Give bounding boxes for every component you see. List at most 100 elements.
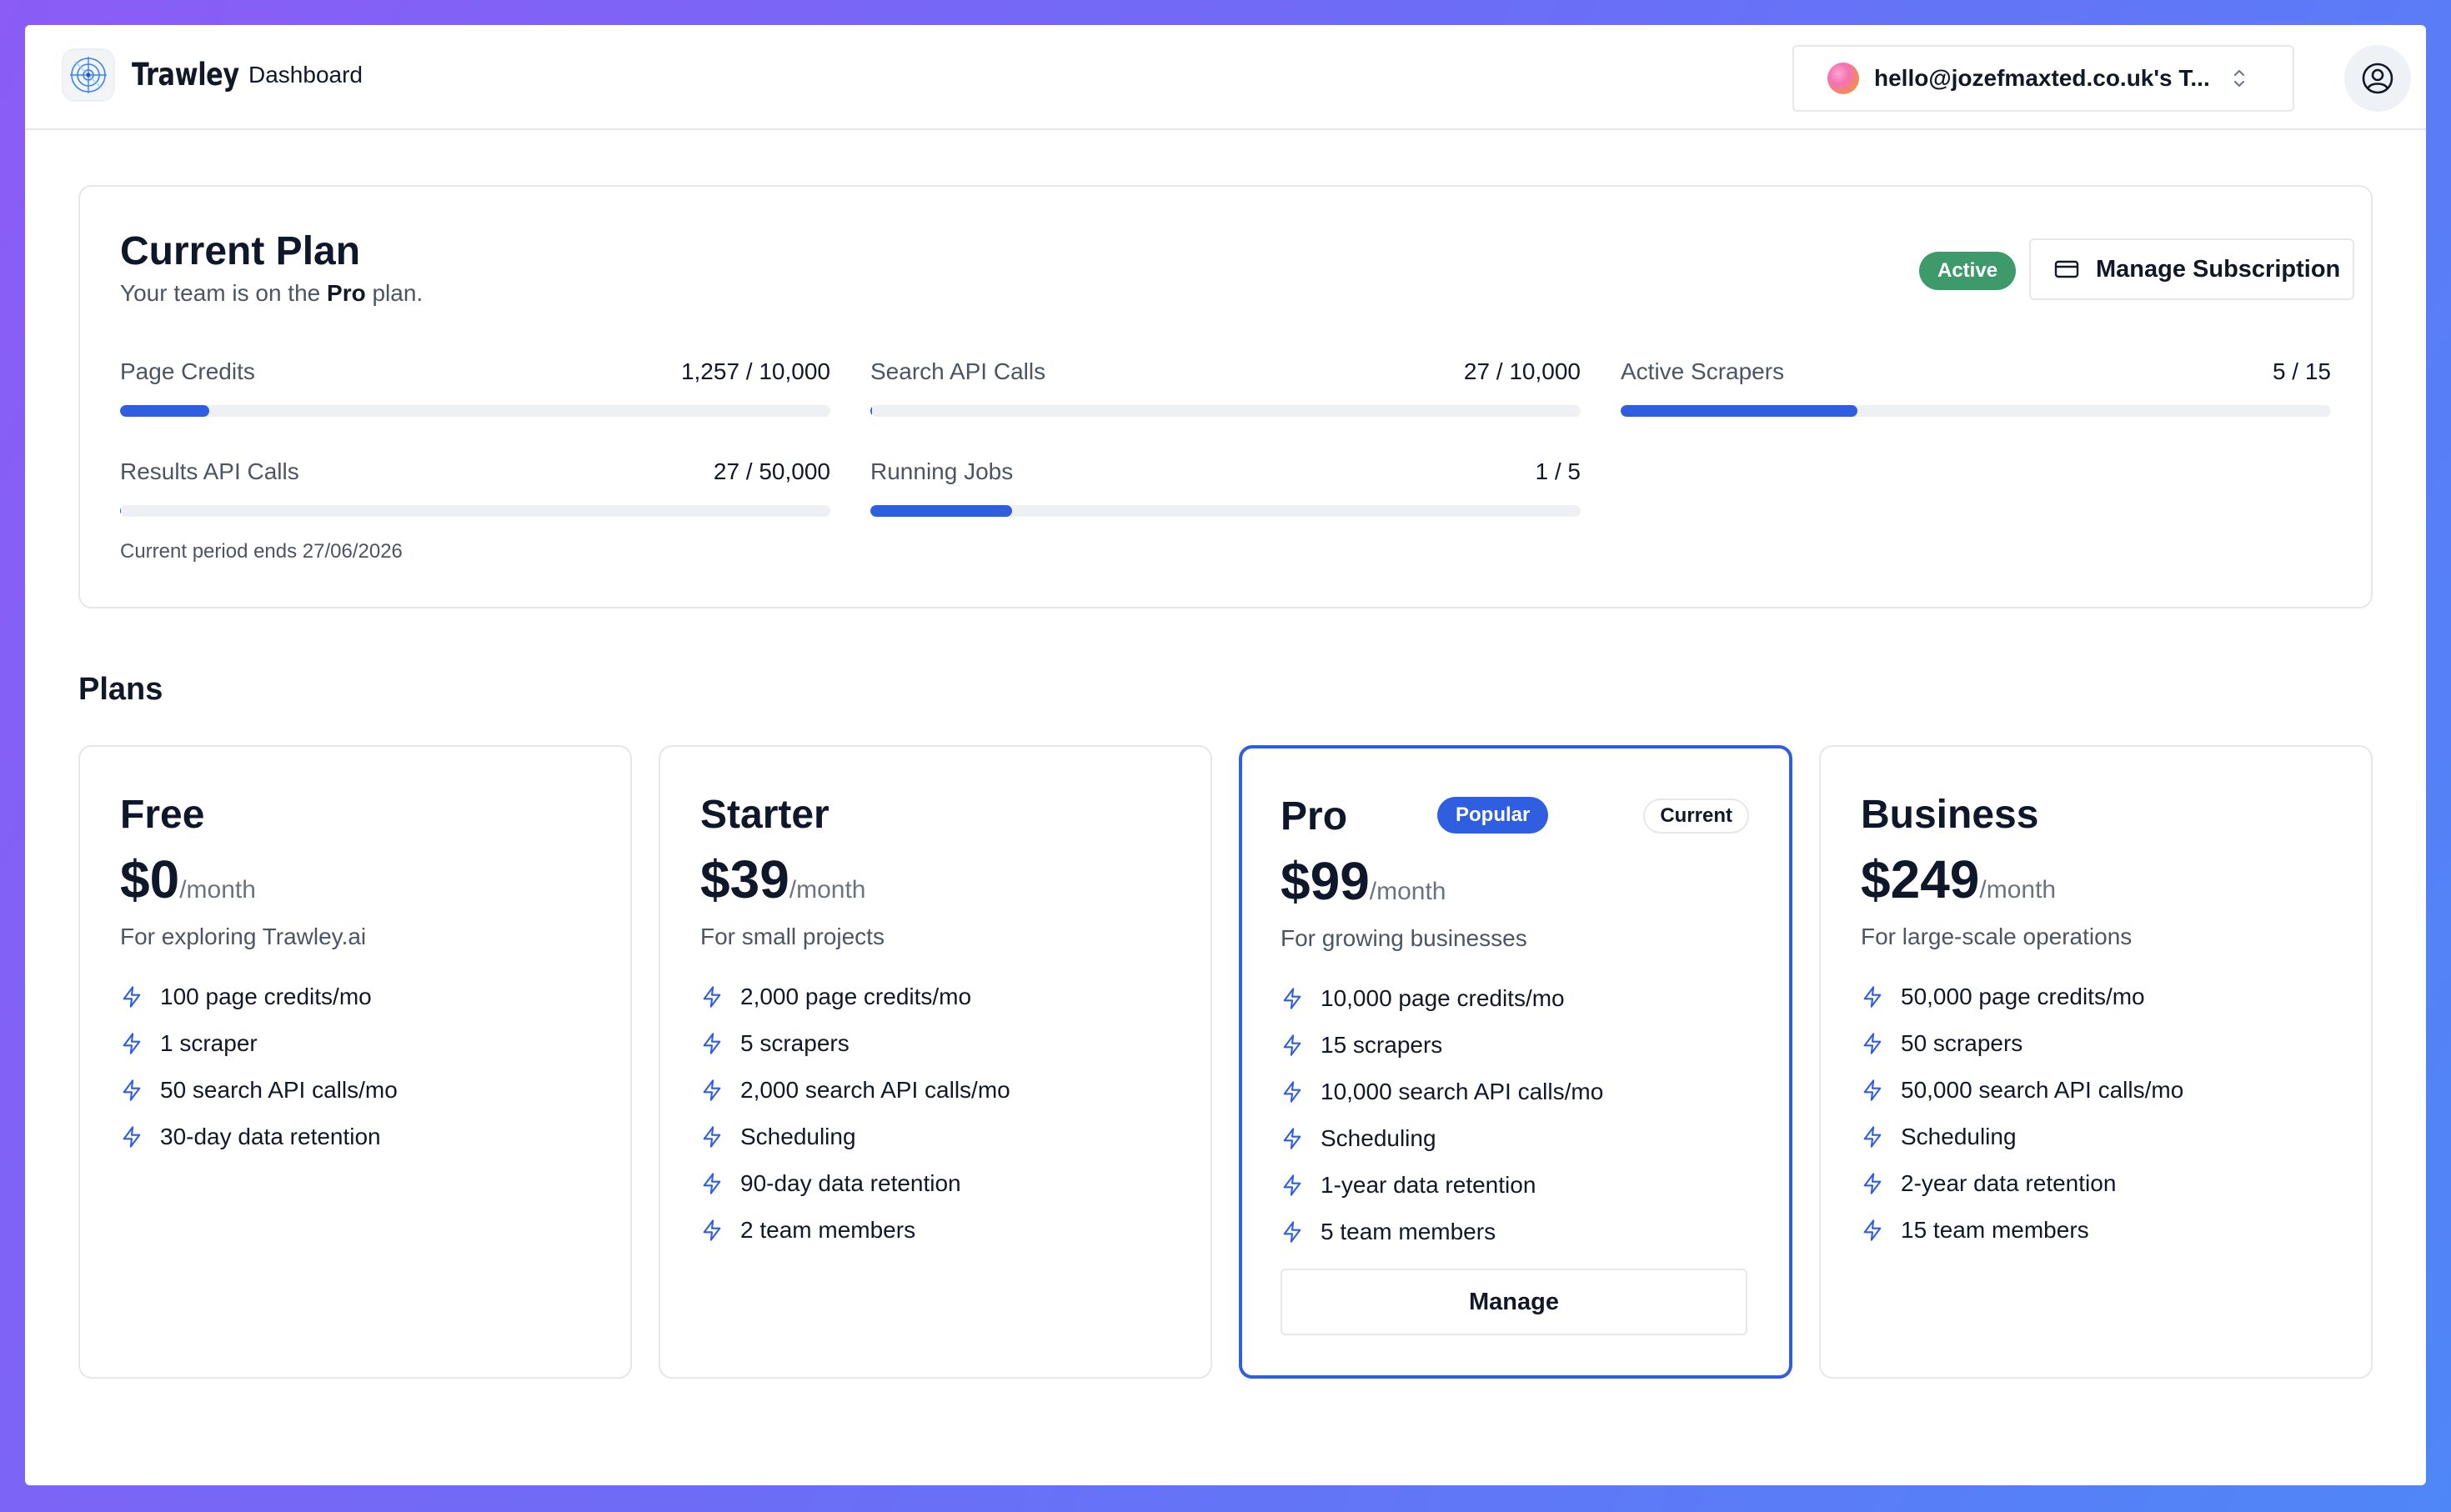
plan-price: $99/month xyxy=(1281,850,1446,912)
metric-value: 1 / 5 xyxy=(1535,458,1581,484)
user-menu-button[interactable] xyxy=(2344,45,2411,112)
lightning-bolt-icon xyxy=(1861,1125,1884,1149)
feature-label: 2-year data retention xyxy=(1901,1170,2117,1196)
feature-item: 1 scraper xyxy=(120,1020,398,1067)
progress-fill xyxy=(1621,405,1857,417)
price-period: /month xyxy=(789,876,866,904)
current-plan-name: Pro xyxy=(327,280,366,306)
plan-name: Business xyxy=(1861,793,2039,837)
feature-item: Scheduling xyxy=(700,1114,1010,1160)
plan-price: $0/month xyxy=(120,849,256,910)
feature-label: Scheduling xyxy=(1321,1125,1436,1151)
feature-item: 2-year data retention xyxy=(1861,1160,2183,1207)
feature-item: Scheduling xyxy=(1281,1115,1603,1162)
current-plan-card: Current Plan Your team is on the Pro pla… xyxy=(78,185,2373,608)
feature-label: 1-year data retention xyxy=(1321,1172,1536,1198)
progress-track xyxy=(870,405,1581,417)
feature-label: 15 team members xyxy=(1901,1217,2089,1243)
status-badge: Active xyxy=(1919,252,2017,290)
team-switcher-label: hello@jozefmaxted.co.uk's T... xyxy=(1874,65,2210,91)
trawley-logo-icon[interactable] xyxy=(62,48,115,102)
credit-card-icon xyxy=(2054,259,2079,279)
plan-name: Starter xyxy=(700,793,830,837)
feature-label: 90-day data retention xyxy=(740,1170,961,1196)
price-amount: $39 xyxy=(700,849,789,909)
lightning-bolt-icon xyxy=(120,985,143,1009)
metric-value: 5 / 15 xyxy=(2272,358,2331,384)
plan-price: $249/month xyxy=(1861,849,2056,910)
user-circle-icon xyxy=(2361,62,2394,95)
progress-track xyxy=(120,505,830,517)
top-bar: Trawley Dashboard hello@jozefmaxted.co.u… xyxy=(25,25,2426,130)
progress-track xyxy=(120,405,830,417)
feature-item: 5 scrapers xyxy=(700,1020,1010,1067)
subtitle-suffix: plan. xyxy=(365,280,424,306)
plan-card-business: Business $249/month For large-scale oper… xyxy=(1819,745,2373,1379)
lightning-bolt-icon xyxy=(120,1032,143,1055)
app-name[interactable]: Trawley xyxy=(132,57,239,93)
feature-label: 10,000 search API calls/mo xyxy=(1321,1079,1604,1104)
team-switcher[interactable]: hello@jozefmaxted.co.uk's T... xyxy=(1792,45,2294,112)
lightning-bolt-icon xyxy=(1861,1032,1884,1055)
lightning-bolt-icon xyxy=(1281,1080,1304,1104)
feature-list: 50,000 page credits/mo 50 scrapers 50,000 … xyxy=(1861,974,2183,1254)
lightning-bolt-icon xyxy=(1281,1034,1304,1057)
plan-description: For small projects xyxy=(700,924,885,949)
feature-label: 2,000 search API calls/mo xyxy=(740,1077,1010,1103)
metric-value: 27 / 10,000 xyxy=(1463,358,1581,384)
subtitle-prefix: Your team is on the xyxy=(120,280,328,306)
manage-plan-button[interactable]: Manage xyxy=(1281,1269,1747,1335)
metric-label: Search API Calls xyxy=(870,358,1046,384)
plan-description: For large-scale operations xyxy=(1861,924,2133,949)
feature-label: 30-day data retention xyxy=(160,1124,381,1149)
lightning-bolt-icon xyxy=(1861,1079,1884,1102)
feature-item: Scheduling xyxy=(1861,1114,2183,1160)
metric-label: Active Scrapers xyxy=(1621,358,1785,384)
progress-fill xyxy=(870,505,1013,517)
lightning-bolt-icon xyxy=(1281,987,1304,1010)
feature-label: 5 scrapers xyxy=(740,1030,850,1056)
lightning-bolt-icon xyxy=(120,1125,143,1149)
feature-list: 100 page credits/mo 1 scraper 50 search AP… xyxy=(120,974,398,1160)
lightning-bolt-icon xyxy=(1281,1220,1304,1244)
feature-label: 50 scrapers xyxy=(1901,1030,2023,1056)
nav-dashboard-link[interactable]: Dashboard xyxy=(248,62,363,88)
price-period: /month xyxy=(1369,878,1446,905)
feature-item: 50 scrapers xyxy=(1861,1020,2183,1067)
feature-item: 50 search API calls/mo xyxy=(120,1067,398,1114)
feature-item: 50,000 search API calls/mo xyxy=(1861,1067,2183,1114)
progress-fill xyxy=(120,405,210,417)
feature-item: 30-day data retention xyxy=(120,1114,398,1160)
feature-label: 2 team members xyxy=(740,1217,916,1243)
price-amount: $249 xyxy=(1861,849,1980,909)
lightning-bolt-icon xyxy=(700,1172,724,1195)
feature-item: 15 team members xyxy=(1861,1207,2183,1254)
feature-label: 50 search API calls/mo xyxy=(160,1077,398,1103)
feature-label: 10,000 page credits/mo xyxy=(1321,985,1565,1011)
popular-badge: Popular xyxy=(1437,797,1549,834)
metric-label: Page Credits xyxy=(120,358,255,384)
feature-label: 15 scrapers xyxy=(1321,1032,1443,1058)
period-end-text: Current period ends 27/06/2026 xyxy=(120,540,403,563)
metric-value: 1,257 / 10,000 xyxy=(680,358,830,384)
plan-price: $39/month xyxy=(700,849,866,910)
manage-subscription-button[interactable]: Manage Subscription xyxy=(2029,238,2354,300)
feature-label: Scheduling xyxy=(740,1124,856,1149)
feature-label: 50,000 page credits/mo xyxy=(1901,984,2145,1009)
price-amount: $99 xyxy=(1281,851,1370,911)
price-amount: $0 xyxy=(120,849,180,909)
progress-track xyxy=(1621,405,2331,417)
plan-card-free: Free $0/month For exploring Trawley.ai 1… xyxy=(78,745,632,1379)
plan-name: Pro xyxy=(1281,794,1348,839)
metric-label: Results API Calls xyxy=(120,458,299,484)
lightning-bolt-icon xyxy=(1861,1219,1884,1242)
current-badge: Current xyxy=(1643,799,1749,834)
feature-item: 5 team members xyxy=(1281,1209,1603,1255)
feature-item: 100 page credits/mo xyxy=(120,974,398,1020)
feature-label: 1 scraper xyxy=(160,1030,258,1056)
lightning-bolt-icon xyxy=(1861,1172,1884,1195)
lightning-bolt-icon xyxy=(700,1125,724,1149)
lightning-bolt-icon xyxy=(1861,985,1884,1009)
metric-value: 27 / 50,000 xyxy=(713,458,830,484)
plan-card-starter: Starter $39/month For small projects 2,0… xyxy=(659,745,1212,1379)
